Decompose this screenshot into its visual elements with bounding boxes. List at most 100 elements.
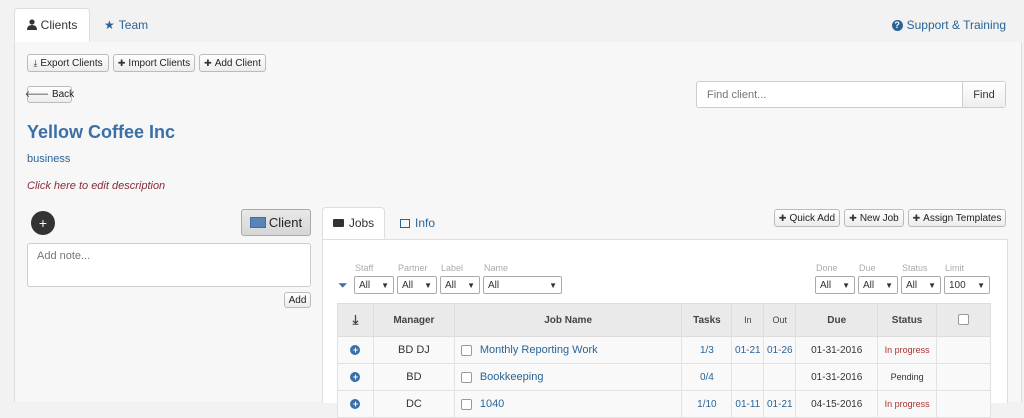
cell-out: 01-26 [763,336,797,364]
filter-staff-select[interactable]: All ▼ [354,276,394,294]
import-clients-label: Import Clients [128,57,191,69]
table-row[interactable]: + BD DJ Monthly Reporting Work 1/3 01-21… [337,336,991,364]
filter-staff-value: All [359,279,371,291]
expand-row-icon[interactable]: + [350,398,361,409]
filter-label-due: Due [859,263,876,273]
table-icon [400,218,410,228]
expand-row-icon[interactable]: + [350,371,361,382]
row-checkbox[interactable] [460,398,472,410]
filter-label-done: Done [816,263,838,273]
filter-label-status: Status [902,263,928,273]
download-icon: ⤓ [33,57,38,68]
note-input[interactable] [28,244,310,286]
envelope-icon [249,217,266,228]
plus-icon: ✚ [912,212,921,223]
tab-jobs-label: Jobs [348,216,375,230]
filter-icon[interactable]: ⏷ [338,278,348,293]
arrow-left-icon: 🡐 [24,89,49,99]
quick-add-button[interactable]: ✚ Quick Add [774,209,840,227]
tab-team-label: Team [118,18,149,32]
edit-description-link[interactable]: Click here to edit description [27,180,165,192]
add-circle-button[interactable]: + [31,211,55,235]
job-name-link[interactable]: 1040 [480,398,504,410]
assign-templates-button[interactable]: ✚ Assign Templates [908,209,1006,227]
filter-label-staff: Staff [355,263,374,273]
tab-info[interactable]: Info [400,207,435,239]
tab-team[interactable]: ★ Team [104,8,148,42]
cell-in: 01-11 [731,390,765,418]
cell-out: 01-21 [763,390,797,418]
plus-icon: ✚ [117,57,126,68]
filter-label-label: Label [441,263,464,273]
row-checkbox[interactable] [460,371,472,383]
client-type-link[interactable]: business [27,153,70,165]
cell-tasks[interactable]: 0/4 [681,363,733,391]
filter-due-select[interactable]: All ▼ [858,276,898,294]
filter-label-select[interactable]: All ▼ [440,276,480,294]
cell-due: 01-31-2016 [795,336,879,364]
status-badge: Pending [877,363,938,391]
job-name-link[interactable]: Bookkeeping [480,371,544,383]
support-link[interactable]: ? Support & Training [891,8,1006,42]
expand-row-icon[interactable]: + [350,344,361,355]
client-button[interactable]: Client [241,209,311,236]
client-search: Find [696,81,1006,108]
cell-tasks[interactable]: 1/3 [681,336,733,364]
filter-partner-select[interactable]: All ▼ [397,276,437,294]
caret-down-icon: ▼ [842,280,850,290]
client-name: Yellow Coffee Inc [27,122,176,142]
new-job-label: New Job [859,212,899,224]
status-badge: In progress [877,336,938,364]
cell-tasks[interactable]: 1/10 [681,390,733,418]
job-name-link[interactable]: Monthly Reporting Work [480,344,598,356]
filter-limit-select[interactable]: 100 ▼ [944,276,990,294]
assign-templates-label: Assign Templates [923,212,1002,224]
header-job-name[interactable]: Job Name [453,303,683,337]
table-row[interactable]: + DC 1040 1/10 01-11 01-21 04-15-2016 In… [337,390,991,418]
cell-manager: BD [372,363,455,391]
tab-info-label: Info [415,216,436,230]
tab-jobs[interactable]: Jobs [322,207,385,239]
jobs-table: ⤓ Manager Job Name Tasks In Out Due Stat… [337,303,991,418]
caret-down-icon: ▼ [424,280,432,290]
client-button-label: Client [268,215,303,230]
add-client-button[interactable]: ✚ Add Client [199,54,266,72]
filter-name-select[interactable]: All ▼ [483,276,562,294]
filter-label-partner: Partner [398,263,428,273]
filter-limit-value: 100 [949,279,966,291]
filter-label-limit: Limit [945,263,965,273]
row-checkbox[interactable] [460,344,472,356]
support-label: Support & Training [906,18,1006,32]
export-clients-button[interactable]: ⤓ Export Clients [27,54,109,72]
filter-status-select[interactable]: All ▼ [901,276,941,294]
caret-down-icon: ▼ [885,280,893,290]
back-label: Back [51,89,75,100]
header-tasks[interactable]: Tasks [681,303,733,337]
search-input[interactable] [697,82,982,107]
cell-due: 04-15-2016 [795,390,879,418]
tab-clients[interactable]: Clients [14,8,90,42]
header-status[interactable]: Status [877,303,938,337]
back-button[interactable]: 🡐 Back [24,86,75,103]
header-out[interactable]: Out [763,303,797,337]
select-all-checkbox[interactable] [936,303,991,337]
filter-label-name: Name [484,263,509,273]
add-client-label: Add Client [214,57,261,69]
filter-status-value: All [906,279,918,291]
table-row[interactable]: + BD Bookkeeping 0/4 01-31-2016 Pending [337,363,991,391]
filter-partner-value: All [402,279,414,291]
filter-done-value: All [820,279,832,291]
add-note-button[interactable]: Add [284,292,311,308]
plus-icon: ✚ [204,57,212,68]
find-button[interactable]: Find [962,82,1005,107]
header-manager[interactable]: Manager [372,303,455,337]
filter-done-select[interactable]: All ▼ [815,276,855,294]
filter-label-value: All [445,279,457,291]
header-due[interactable]: Due [795,303,879,337]
header-in[interactable]: In [731,303,765,337]
new-job-button[interactable]: ✚ New Job [844,209,904,227]
cell-due: 01-31-2016 [795,363,879,391]
cell-out [763,363,797,391]
download-icon[interactable]: ⤓ [337,303,374,337]
import-clients-button[interactable]: ✚ Import Clients [113,54,195,72]
